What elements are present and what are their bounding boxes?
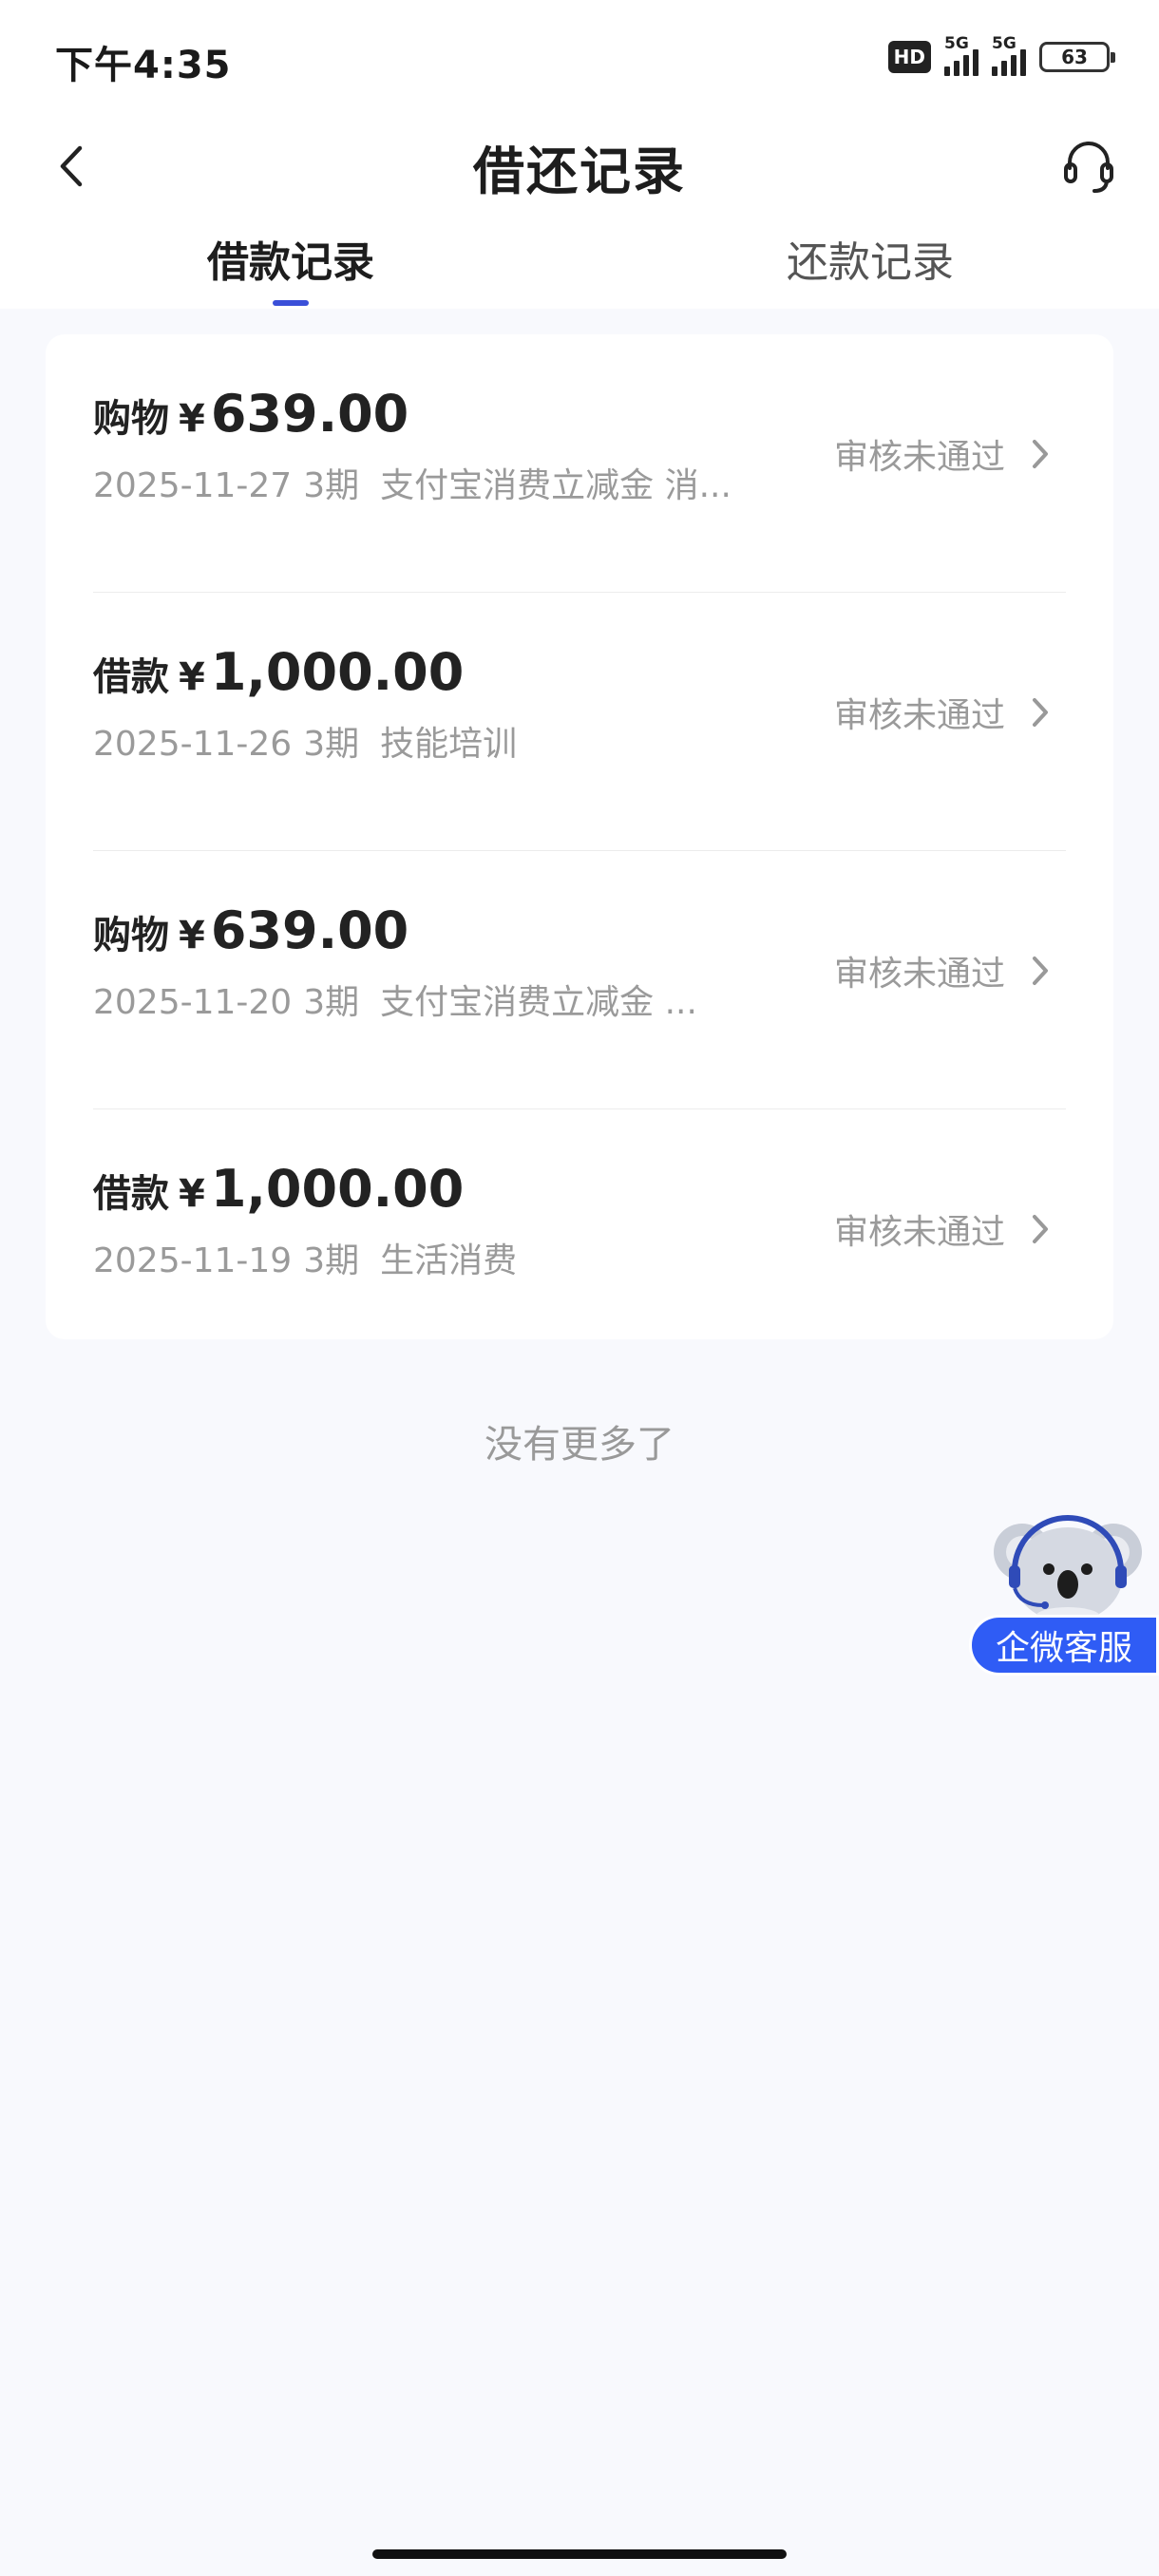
record-list: 购物 ¥ 639.00 2025-11-27 3期 支付宝消费立减金 消... 审核… [46, 334, 1113, 1339]
record-term: 3期 [303, 725, 360, 764]
status-text: 审核未通过 [833, 696, 1005, 735]
status-text: 审核未通过 [833, 955, 1005, 994]
status-time: 下午4:35 [55, 44, 232, 87]
status-text: 审核未通过 [833, 1213, 1005, 1252]
nav-bar: 借还记录 [0, 114, 1159, 218]
record-amount: 639.00 [210, 900, 409, 960]
record-amount: 1,000.00 [210, 1159, 465, 1219]
page: 下午4:35 HD 5G 5G 63 借还记录 借款记录 还款记录 购物 ¥ 6… [0, 0, 1159, 2576]
record-title: 借款 ¥ 1,000.00 [93, 642, 464, 703]
record-date: 2025-11-20 [93, 983, 293, 1022]
record-purpose: 支付宝消费立减金 消... [380, 466, 732, 505]
record-details: 2025-11-26 3期 技能培训 [93, 716, 815, 766]
hd-icon: HD [887, 41, 931, 73]
record-type: 购物 [93, 397, 169, 441]
status-text: 审核未通过 [833, 438, 1005, 477]
list-item[interactable]: 购物 ¥ 639.00 2025-11-27 3期 支付宝消费立减金 消... 审核… [46, 334, 1113, 593]
currency-symbol: ¥ [179, 397, 205, 441]
home-indicator[interactable] [372, 2549, 787, 2559]
record-amount: 639.00 [210, 384, 409, 444]
list-item[interactable]: 购物 ¥ 639.00 2025-11-20 3期 支付宝消费立减金 ... 审核未… [46, 851, 1113, 1109]
battery-icon: 63 [1039, 42, 1115, 72]
record-purpose: 技能培训 [380, 725, 518, 764]
record-type: 借款 [93, 655, 169, 699]
record-details: 2025-11-19 3期 生活消费 [93, 1233, 815, 1282]
record-title: 购物 ¥ 639.00 [93, 900, 408, 961]
headset-icon [1064, 142, 1113, 193]
status-icons: HD 5G 5G 63 [887, 34, 1115, 78]
record-title: 购物 ¥ 639.00 [93, 384, 408, 445]
record-term: 3期 [303, 466, 360, 505]
list-item[interactable]: 借款 ¥ 1,000.00 2025-11-19 3期 生活消费 审核未通过 [46, 1109, 1113, 1368]
chevron-right-icon [1033, 440, 1048, 468]
tab-label: 借款记录 [207, 238, 374, 287]
record-type: 购物 [93, 914, 169, 957]
record-term: 3期 [303, 1241, 360, 1280]
record-details: 2025-11-27 3期 支付宝消费立减金 消... [93, 458, 815, 507]
no-more-text: 没有更多了 [484, 1423, 674, 1467]
record-amount: 1,000.00 [210, 642, 465, 702]
record-date: 2025-11-26 [93, 725, 293, 764]
chevron-right-icon [1033, 698, 1048, 727]
record-term: 3期 [303, 983, 360, 1022]
list-item[interactable]: 借款 ¥ 1,000.00 2025-11-26 3期 技能培训 审核未通过 [46, 593, 1113, 851]
customer-service-button[interactable] [1049, 125, 1129, 207]
record-details: 2025-11-20 3期 支付宝消费立减金 ... [93, 975, 815, 1024]
tab-active-indicator [273, 300, 309, 306]
koala-mascot-icon [994, 1515, 1142, 1626]
record-purpose: 生活消费 [380, 1241, 518, 1280]
record-date: 2025-11-27 [93, 466, 293, 505]
record-title: 借款 ¥ 1,000.00 [93, 1159, 464, 1220]
sim1-label: 5G [944, 34, 969, 53]
tab-borrow-records[interactable]: 借款记录 [101, 228, 481, 309]
record-purpose: 支付宝消费立减金 ... [380, 983, 697, 1022]
chevron-right-icon [1033, 957, 1048, 985]
currency-symbol: ¥ [179, 655, 205, 699]
record-type: 借款 [93, 1172, 169, 1216]
record-tabs: 借款记录 还款记录 [0, 228, 1159, 309]
wecom-service-label: 企微客服 [969, 1615, 1159, 1676]
wecom-service-button[interactable]: 企微客服 [969, 1512, 1159, 1678]
currency-symbol: ¥ [179, 914, 205, 957]
chevron-right-icon [1033, 1215, 1048, 1243]
signal-2-icon: 5G [992, 34, 1026, 76]
currency-symbol: ¥ [179, 1172, 205, 1216]
record-date: 2025-11-19 [93, 1241, 293, 1280]
page-title: 借还记录 [473, 142, 686, 201]
sim2-label: 5G [992, 34, 1016, 53]
tab-repay-records[interactable]: 还款记录 [680, 228, 1060, 309]
tab-label: 还款记录 [787, 238, 954, 287]
signal-1-icon: 5G [944, 34, 978, 76]
status-bar: 下午4:35 HD 5G 5G 63 [0, 0, 1159, 114]
